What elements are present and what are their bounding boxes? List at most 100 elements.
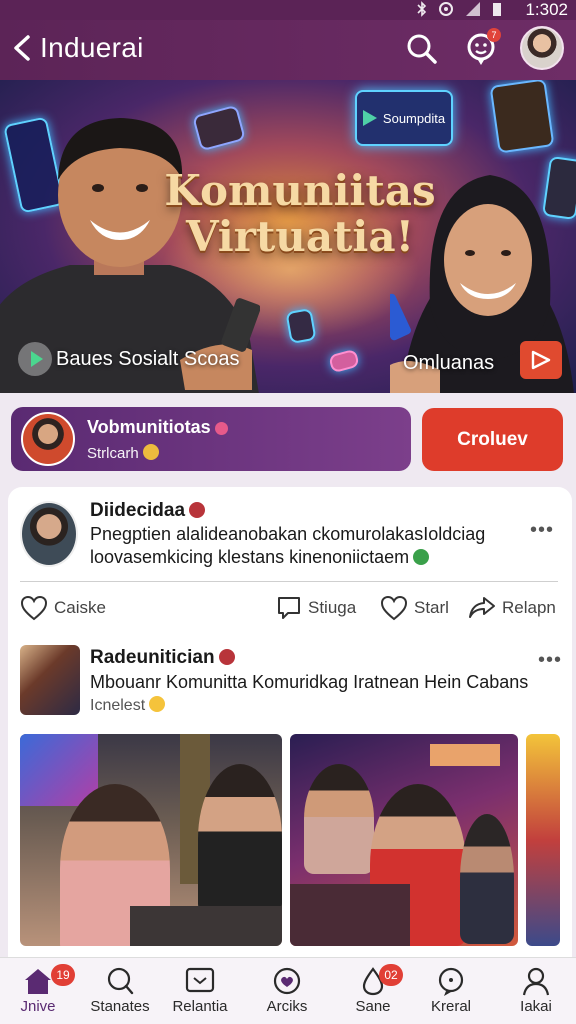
play-icon xyxy=(362,110,377,126)
nav-label: Sane xyxy=(355,998,391,1015)
smile-emoji-icon xyxy=(149,696,166,712)
hero-headline-line1: Komuniitas xyxy=(164,166,436,215)
post-text-line2: loovasemkicing klestans kinenoniictaem xyxy=(90,547,410,567)
app-title: Induerai xyxy=(40,32,144,63)
profile-icon xyxy=(522,967,550,996)
status-time: 1:302 xyxy=(525,0,568,19)
community-avatar xyxy=(21,412,75,466)
play-circle-icon[interactable] xyxy=(18,342,52,376)
heart-outline-icon xyxy=(380,595,408,621)
floating-card-tile xyxy=(285,307,317,345)
like-label: Caiske xyxy=(54,598,106,617)
more-options-icon[interactable]: ••• xyxy=(530,519,554,542)
comment-label: Stiuga xyxy=(308,598,357,617)
status-icons xyxy=(416,1,502,17)
table-decoration xyxy=(290,884,410,946)
post-text-line: Mbouanr Komunitta Komuridkag Iratnean He… xyxy=(90,672,529,692)
table-decoration xyxy=(130,906,282,946)
search-icon xyxy=(107,967,134,995)
chat-bubble-icon xyxy=(438,967,464,996)
feed-card: Diidecidaa Pnegptien alalideanobakan cko… xyxy=(8,487,572,957)
share-arrow-icon xyxy=(469,597,495,618)
post-photo[interactable] xyxy=(526,734,560,946)
notification-badge: 7 xyxy=(487,28,501,42)
floating-card-tile xyxy=(328,348,360,374)
nav-label: Jnive xyxy=(20,998,56,1015)
nav-label: Arciks xyxy=(266,998,308,1015)
hero-feature-chip: Soumpdita xyxy=(355,90,453,146)
nav-label: Stanates xyxy=(90,998,150,1015)
more-options-icon[interactable]: ••• xyxy=(538,649,562,672)
nav-label: Kreral xyxy=(430,998,471,1015)
hero-chip-label: Soumpdita xyxy=(382,110,446,126)
community-subtitle: Strlcarh xyxy=(87,444,159,462)
profile-avatar[interactable] xyxy=(520,26,564,70)
save-action[interactable]: Starl xyxy=(380,595,449,621)
post-text-line: loovasemkicing klestans kinenoniictaem xyxy=(90,546,485,569)
status-bar: 1:302 xyxy=(0,0,576,20)
post-text-line: Icnelest xyxy=(90,694,528,717)
post-divider xyxy=(20,581,558,582)
post-author-name-text: Diidecidaa xyxy=(90,500,186,521)
neon-decoration xyxy=(430,744,500,766)
nav-item-relations[interactable]: Relantia xyxy=(160,958,240,1024)
nav-label: Relantia xyxy=(172,998,228,1015)
post-text-line2: Icnelest xyxy=(90,697,146,714)
signal-icon xyxy=(466,2,480,16)
hero-headline: Komuniitas Virtuatia! xyxy=(150,168,450,260)
smile-emoji-icon xyxy=(142,444,159,460)
post-author-name[interactable]: Diidecidaa xyxy=(90,500,206,522)
nav-badge: 19 xyxy=(51,964,75,986)
heart-circle-icon xyxy=(273,967,301,995)
battery-icon xyxy=(493,3,501,16)
community-name: Vobmunitiotas xyxy=(87,417,228,438)
hero-banner[interactable]: Soumpdita Komuniitas Virtuatia! Baues So… xyxy=(0,80,576,393)
community-card[interactable]: Vobmunitiotas Strlcarh xyxy=(11,407,411,471)
save-label: Starl xyxy=(414,598,449,617)
post-author-name[interactable]: Radeunitician xyxy=(90,647,235,669)
floating-card-tile xyxy=(489,80,555,154)
share-label: Relapn xyxy=(502,598,556,617)
home-icon xyxy=(25,969,51,994)
post-author-name-text: Radeunitician xyxy=(90,647,215,668)
community-subtitle-text: Strlcarh xyxy=(87,445,139,462)
hero-caption-left[interactable]: Baues Sosialt Scoas xyxy=(18,342,239,376)
bottom-navigation: Jnive 19 Stanates Relantia Arciks Sane 0… xyxy=(0,957,576,1024)
heart-icon xyxy=(20,595,48,621)
nav-badge: 02 xyxy=(379,964,403,986)
nav-item-profile[interactable]: Iakai xyxy=(496,958,576,1024)
person-figure xyxy=(460,814,514,944)
send-icon xyxy=(531,350,551,370)
search-icon[interactable] xyxy=(405,32,439,66)
post-photo[interactable] xyxy=(290,734,518,946)
post-photo[interactable] xyxy=(20,734,282,946)
nav-item-search[interactable]: Stanates xyxy=(80,958,160,1024)
hero-share-button[interactable] xyxy=(520,341,562,379)
hero-caption-right: Omluanas xyxy=(403,352,495,374)
post-text-line: Pnegptien alalideanobakan ckomurolakasIo… xyxy=(90,524,486,544)
sparkle-emoji-icon xyxy=(214,422,228,435)
post-text: Pnegptien alalideanobakan ckomurolakasIo… xyxy=(90,523,485,569)
like-action[interactable]: Caiske xyxy=(20,595,106,621)
back-arrow-icon[interactable] xyxy=(8,32,36,64)
comment-action[interactable]: Stiuga xyxy=(276,595,356,621)
person-figure xyxy=(198,764,282,914)
nav-label: Iakai xyxy=(520,998,552,1015)
nav-item-articles[interactable]: Arciks xyxy=(247,958,327,1024)
hero-headline-line2: Virtuatia! xyxy=(185,212,415,261)
message-icon xyxy=(185,967,215,993)
circle-status-icon xyxy=(439,2,453,16)
post-author-avatar[interactable] xyxy=(20,501,78,567)
hero-caption-left-text: Baues Sosialt Scoas xyxy=(56,347,240,370)
clover-emoji-icon xyxy=(413,549,430,565)
person-figure xyxy=(304,764,374,874)
post-author-avatar[interactable] xyxy=(20,645,80,715)
app-bar: Induerai 7 xyxy=(0,20,576,80)
share-action[interactable]: Relapn xyxy=(468,595,556,621)
community-name-text: Vobmunitiotas xyxy=(87,417,211,437)
comment-icon xyxy=(278,597,300,619)
badge-emoji-icon xyxy=(189,502,206,518)
create-button[interactable]: Croluev xyxy=(422,408,563,471)
bluetooth-icon xyxy=(417,1,427,17)
nav-item-chat[interactable]: Kreral xyxy=(411,958,491,1024)
